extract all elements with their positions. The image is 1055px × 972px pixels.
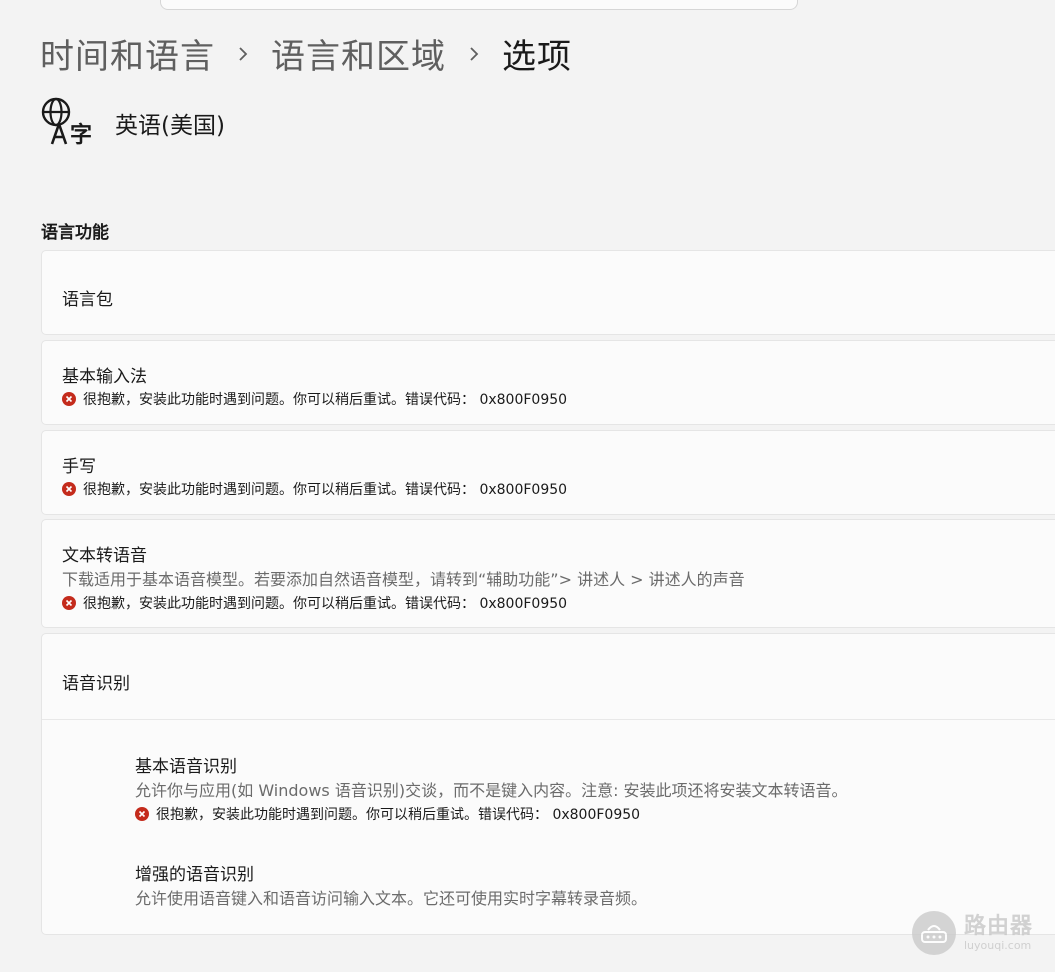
text-to-speech-error: 很抱歉，安装此功能时遇到问题。你可以稍后重试。错误代码： 0x800F0950: [62, 593, 567, 613]
speech-recognition-title[interactable]: 语音识别: [62, 669, 130, 694]
chevron-right-icon: [215, 44, 271, 63]
error-text: 很抱歉，安装此功能时遇到问题。你可以稍后重试。错误代码： 0x800F0950: [83, 482, 568, 498]
watermark-main-text: 路由器: [964, 913, 1034, 939]
basic-typing-card[interactable]: 基本输入法 很抱歉，安装此功能时遇到问题。你可以稍后重试。错误代码： 0x800…: [41, 340, 1055, 425]
handwriting-card[interactable]: 手写 很抱歉，安装此功能时遇到问题。你可以稍后重试。错误代码： 0x800F09…: [41, 430, 1055, 515]
speech-recognition-card: 语音识别 基本语音识别 允许你与应用(如 Windows 语音识别)交谈，而不是…: [41, 633, 1055, 935]
handwriting-title: 手写: [62, 457, 96, 477]
error-icon: [62, 596, 76, 610]
error-text: 很抱歉，安装此功能时遇到问题。你可以稍后重试。错误代码： 0x800F0950: [156, 807, 641, 823]
error-icon: [62, 392, 76, 406]
error-icon: [135, 807, 149, 821]
text-to-speech-title: 文本转语音: [62, 546, 147, 566]
section-title: 语言功能: [41, 223, 109, 243]
error-icon: [62, 482, 76, 496]
watermark: 路由器 luyouqi.com: [912, 908, 1052, 958]
search-box[interactable]: [160, 0, 798, 10]
breadcrumb-time-language[interactable]: 时间和语言: [40, 29, 215, 78]
divider: [42, 719, 1055, 720]
chevron-right-icon: [446, 44, 502, 63]
text-to-speech-card[interactable]: 文本转语音 下载适用于基本语音模型。若要添加自然语音模型，请转到“辅助功能”> …: [41, 519, 1055, 628]
breadcrumb-options: 选项: [502, 36, 572, 77]
basic-typing-error: 很抱歉，安装此功能时遇到问题。你可以稍后重试。错误代码： 0x800F0950: [62, 389, 567, 409]
error-text: 很抱歉，安装此功能时遇到问题。你可以稍后重试。错误代码： 0x800F0950: [83, 596, 568, 612]
handwriting-error: 很抱歉，安装此功能时遇到问题。你可以稍后重试。错误代码： 0x800F0950: [62, 479, 567, 499]
svg-text:字: 字: [70, 122, 92, 146]
language-pack-card[interactable]: 语言包: [41, 250, 1055, 335]
basic-speech-recognition-title: 基本语音识别: [135, 757, 237, 777]
breadcrumb-language-region[interactable]: 语言和区域: [271, 29, 446, 78]
enhanced-speech-recognition-description: 允许使用语音键入和语音访问输入文本。它还可使用实时字幕转录音频。: [135, 889, 648, 908]
enhanced-speech-recognition-title: 增强的语音识别: [135, 865, 254, 885]
language-icon: 字: [41, 97, 92, 146]
basic-typing-title: 基本输入法: [62, 367, 147, 387]
watermark-sub-text: luyouqi.com: [964, 938, 1032, 952]
error-text: 很抱歉，安装此功能时遇到问题。你可以稍后重试。错误代码： 0x800F0950: [83, 392, 568, 408]
language-name: 英语(美国): [115, 113, 225, 139]
basic-speech-recognition-description: 允许你与应用(如 Windows 语音识别)交谈，而不是键入内容。注意: 安装此…: [135, 781, 848, 800]
breadcrumb: 时间和语言 语言和区域 选项: [40, 29, 572, 78]
language-pack-title: 语言包: [62, 290, 113, 310]
text-to-speech-description: 下载适用于基本语音模型。若要添加自然语音模型，请转到“辅助功能”> 讲述人 > …: [62, 570, 745, 589]
language-header: 字 英语(美国): [40, 96, 225, 146]
router-icon: [912, 911, 956, 955]
basic-speech-recognition-error: 很抱歉，安装此功能时遇到问题。你可以稍后重试。错误代码： 0x800F0950: [135, 804, 640, 824]
